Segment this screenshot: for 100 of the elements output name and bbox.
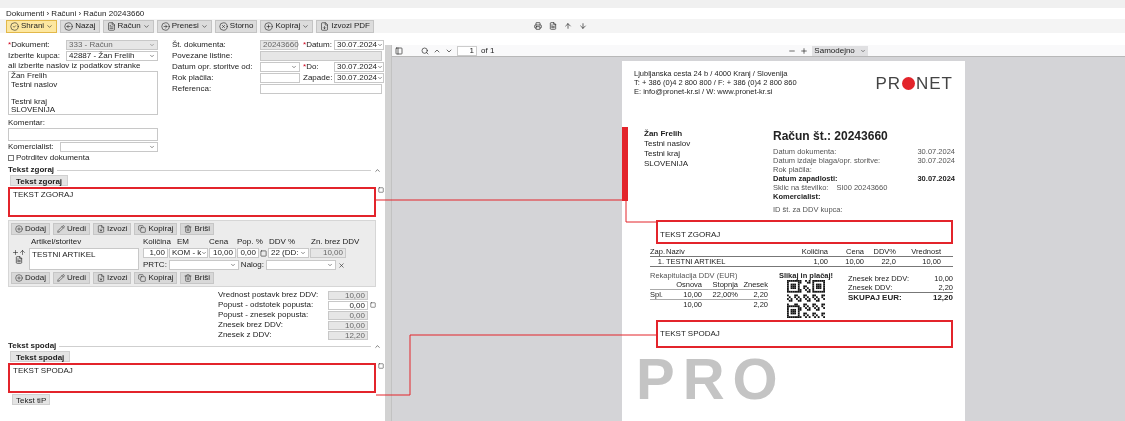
sidebar-icon[interactable] (395, 46, 403, 55)
pencil-icon (56, 225, 65, 233)
arrow-up-icon[interactable] (564, 22, 572, 30)
caret-icon (860, 47, 867, 54)
field-label: Potrditev dokumenta (16, 153, 90, 163)
collapse-icon[interactable] (374, 342, 381, 350)
item-text-area[interactable]: TESTNI ARTIKEL (29, 248, 139, 270)
item-toolbar-button[interactable]: Izvozi (93, 272, 132, 284)
expand-icon[interactable] (378, 187, 384, 193)
file-download-icon (97, 274, 106, 282)
caret-icon (200, 22, 208, 30)
text-top-block: TEKST ZGORAJ (656, 219, 953, 244)
plus-circle-icon (264, 21, 274, 31)
collapse-icon[interactable] (374, 166, 381, 174)
zoom-in-icon[interactable] (800, 46, 809, 55)
toolbar-button[interactable]: Izvozi PDF (316, 19, 374, 33)
text-area[interactable]: TEKST ZGORAJ (8, 187, 376, 217)
select-field[interactable]: 22 (DD: (268, 248, 309, 258)
column-header: Zn. brez DDV (311, 237, 361, 246)
field-label: Povezane listine: (172, 50, 234, 61)
field-label: *Do: (302, 61, 320, 72)
trash-icon (184, 225, 193, 233)
input-field[interactable]: 1,00 (143, 248, 168, 258)
date-field[interactable]: 30.07.2024 (334, 61, 384, 72)
select-field[interactable] (60, 142, 158, 152)
item-toolbar-button[interactable]: Dodaj (11, 272, 50, 284)
column-header: DDV % (269, 237, 297, 246)
toolbar-button[interactable]: Storno (214, 19, 258, 33)
dropdown-caret-icon (201, 250, 208, 256)
tab[interactable]: Tekst zgoraj (10, 175, 69, 186)
caret-icon (142, 22, 150, 30)
select-field[interactable]: KOM - k (169, 248, 208, 258)
toolbar-button[interactable]: Nazaj (60, 19, 100, 33)
input-field[interactable] (260, 72, 300, 83)
field-label: Zapade: (302, 72, 334, 83)
item-toolbar-button[interactable]: Kopiraj (134, 272, 178, 284)
total-field[interactable]: 0,00 (328, 300, 368, 310)
item-toolbar-button[interactable]: Uredi (52, 272, 91, 284)
checkbox-icon[interactable] (260, 249, 267, 257)
toolbar-button[interactable]: Shrani (6, 19, 58, 33)
tab[interactable]: Tekst spodaj (10, 351, 71, 362)
item-toolbar-button[interactable]: Izvozi (93, 223, 132, 235)
address-text-area[interactable]: Žan Frelih Testni naslov Testni kraj SLOVENIJA (8, 71, 158, 115)
date-field[interactable]: 30.07.2024 (334, 72, 384, 83)
input-field[interactable]: 10,00 (209, 248, 236, 258)
check-circle-icon (10, 21, 19, 31)
item-toolbar-button[interactable]: Uredi (52, 223, 91, 235)
copy-icon (138, 274, 147, 282)
item-toolbar-button[interactable]: Briši (180, 223, 214, 235)
input-field[interactable] (260, 83, 382, 94)
trash-icon (184, 274, 193, 282)
hint-text: ali izberite naslov iz podatkov stranke (8, 61, 142, 71)
item-toolbar-button[interactable]: Kopiraj (134, 223, 178, 235)
text-button[interactable]: Tekst tiP (12, 394, 51, 405)
input-field[interactable]: 10,00 (310, 248, 346, 258)
select-field[interactable] (168, 260, 239, 270)
toolbar-button[interactable]: Račun (102, 19, 154, 33)
search-icon[interactable] (421, 46, 429, 55)
text-area[interactable]: TEKST SPODAJ (8, 363, 376, 393)
x-circle-icon (218, 21, 228, 31)
checkbox[interactable] (8, 155, 14, 161)
total-field[interactable]: 0,00 (328, 310, 368, 320)
text-bottom-block: TEKST SPODAJ (656, 319, 953, 348)
document-icon[interactable] (15, 256, 23, 264)
dropdown-caret-icon (291, 63, 297, 70)
field-label: Izberite kupca: (8, 50, 62, 61)
zoom-select[interactable]: Samodejno (812, 45, 869, 56)
toolbar-button[interactable]: Prenesi (156, 19, 212, 33)
dropdown-caret-icon (327, 262, 333, 268)
field-label: Komercialist: (8, 142, 55, 152)
remove-icon[interactable] (338, 261, 345, 269)
arrow-up-icon[interactable] (19, 249, 26, 256)
total-field[interactable]: 10,00 (328, 320, 368, 330)
add-icon[interactable] (12, 249, 19, 256)
column-header: Cena (209, 237, 230, 246)
select-field[interactable] (260, 61, 300, 72)
toolbar-button[interactable]: Kopiraj (260, 19, 314, 33)
recipient-line: Testni kraj (644, 148, 681, 159)
select-field[interactable] (266, 260, 336, 270)
field-label: *Datum: (302, 39, 333, 50)
field-label: Vrednost postavk brez DDV: (218, 290, 320, 300)
total-field[interactable]: 12,20 (328, 330, 368, 340)
item-toolbar-button[interactable]: Briši (180, 272, 214, 284)
arrow-down-icon[interactable] (579, 22, 587, 30)
recipient-line: Testni naslov (644, 138, 692, 149)
item-toolbar-button[interactable]: Dodaj (11, 223, 50, 235)
checkbox-icon[interactable] (370, 302, 376, 308)
column-header: Količina (143, 237, 172, 246)
recipient-line: SLOVENIJA (644, 158, 689, 169)
pencil-icon (56, 274, 65, 282)
document-icon[interactable] (549, 22, 557, 30)
arrow-right-icon (160, 21, 170, 31)
print-icon[interactable] (534, 22, 542, 30)
dropdown-caret-icon (149, 144, 155, 150)
page-number-field[interactable]: 1 (457, 45, 477, 56)
select-field[interactable]: 42887 - Žan Frelih (66, 50, 158, 61)
section-title: Tekst spodaj (8, 341, 57, 351)
input-field[interactable]: 0,00 (237, 248, 259, 258)
total-field[interactable]: 10,00 (328, 290, 368, 300)
expand-icon[interactable] (378, 363, 384, 369)
